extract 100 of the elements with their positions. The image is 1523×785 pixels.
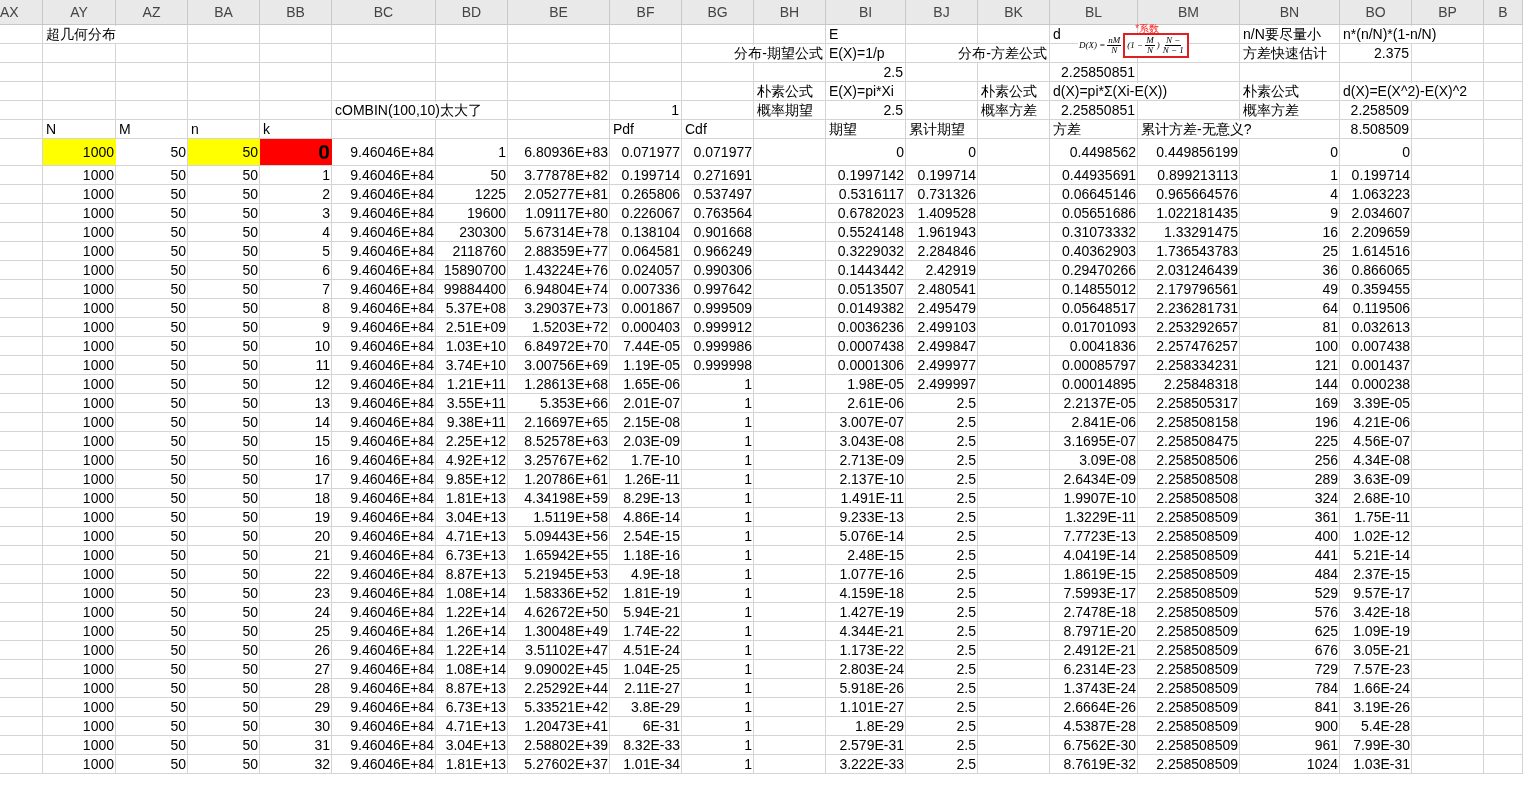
cell-value: 2.179796561 (1156, 280, 1238, 298)
cell-value: 2.5 (956, 489, 976, 507)
cell-value: 7.7723E-13 (1063, 527, 1136, 545)
column-header[interactable]: AX (0, 0, 43, 24)
cell-value: 1.7E-10 (630, 451, 680, 469)
column-header[interactable]: BC (332, 0, 436, 24)
sheet-label: n/N要尽量小 (1242, 25, 1322, 43)
cell-value: 14 (314, 413, 330, 431)
cell-value: 12 (314, 375, 330, 393)
column-header[interactable]: BF (610, 0, 682, 24)
cell-value: 2.258505317 (1156, 394, 1238, 412)
cell-value: 1000 (82, 204, 114, 222)
cell-value: 50 (170, 318, 186, 336)
cell-value: 1.8619E-15 (1063, 565, 1136, 583)
sheet-label: d(X)=E(X^2)-E(X)^2 (1342, 82, 1468, 100)
cell-value: 22 (314, 565, 330, 583)
cell-value: 0.40362903 (1062, 242, 1136, 260)
cell-value: 0.05648517 (1062, 299, 1136, 317)
cell-value: 1000 (82, 223, 114, 241)
cell-value: 9.57E-17 (1353, 584, 1410, 602)
cell-value: 50 (170, 470, 186, 488)
cell-value: 2.258508509 (1156, 622, 1238, 640)
cell-value: 1.173E-22 (839, 641, 904, 659)
column-header[interactable]: BG (682, 0, 754, 24)
column-header[interactable]: BJ (906, 0, 978, 24)
cell-value: 1.022181435 (1156, 204, 1238, 222)
column-header[interactable]: BL (1050, 0, 1138, 24)
cell-value: 841 (1314, 698, 1338, 716)
cell-value: 9.46046E+84 (350, 470, 434, 488)
cell-value: 5.94E-21 (623, 603, 680, 621)
cell-value: 1000 (82, 755, 114, 773)
cell-value: 9.46046E+84 (350, 508, 434, 526)
column-header[interactable]: BE (508, 0, 610, 24)
cell-value: 2.258508509 (1156, 527, 1238, 545)
cell-value: 9.46046E+84 (350, 280, 434, 298)
cell-value: 1000 (82, 185, 114, 203)
cell-value: 50 (242, 527, 258, 545)
cell-value: 7.57E-23 (1353, 660, 1410, 678)
cell-value: 0.5524148 (837, 223, 904, 241)
cell-value: 50 (170, 736, 186, 754)
column-header[interactable]: BN (1240, 0, 1340, 24)
cell-value: 2.258508508 (1156, 489, 1238, 507)
column-header[interactable]: BP (1412, 0, 1484, 24)
cell-value: 0.0041836 (1069, 337, 1136, 355)
cell-value: 2.16697E+65 (524, 413, 608, 431)
cell-value: 1.03E-31 (1353, 755, 1410, 773)
column-header[interactable]: AZ (116, 0, 188, 24)
cell-value: 2.5 (956, 451, 976, 469)
cell-value: 0.001437 (1351, 356, 1410, 374)
cell-value: 0.966249 (693, 242, 752, 260)
column-header[interactable]: BO (1340, 0, 1412, 24)
cell-value: 3.04E+13 (445, 508, 506, 526)
cell-value: 6E-31 (642, 717, 680, 735)
cell-value: 4.5387E-28 (1063, 717, 1136, 735)
cell-value: 900 (1314, 717, 1338, 735)
column-header[interactable]: AY (43, 0, 116, 24)
cell-value: 1.26E-11 (624, 470, 680, 488)
cell-value: 1 (744, 755, 752, 773)
cell-value: 50 (242, 698, 258, 716)
cell-value: 1.28613E+68 (524, 375, 608, 393)
cell-value: 2.499103 (917, 318, 976, 336)
cell-value: 50 (170, 698, 186, 716)
column-header[interactable]: BB (260, 0, 332, 24)
cell-value: 2.258508509 (1156, 603, 1238, 621)
cell-value: 1 (744, 413, 752, 431)
cell-value: 50 (242, 736, 258, 754)
column-header[interactable]: BI (826, 0, 906, 24)
column-header[interactable]: B (1484, 0, 1523, 24)
cell-value: 3.74E+10 (445, 356, 506, 374)
cell-value: 50 (242, 565, 258, 583)
cell-value: 0.00085797 (1062, 356, 1136, 374)
cell-value: 1 (744, 698, 752, 716)
cell-value: 2.284846 (917, 242, 976, 260)
cell-value: 1.736543783 (1156, 242, 1238, 260)
cell-value: 6.84972E+70 (524, 337, 608, 355)
cell-value: 1 (744, 375, 752, 393)
cell-value: 26 (314, 641, 330, 659)
cell-value: 50 (242, 375, 258, 393)
cell-value: 100 (1314, 337, 1338, 355)
column-header[interactable]: BA (188, 0, 260, 24)
cell-value: 6.73E+13 (445, 546, 506, 564)
cell-value: 5.918E-26 (839, 679, 904, 697)
cell-value: 50 (242, 394, 258, 412)
cell-value: 5.21945E+53 (524, 565, 608, 583)
column-header[interactable]: BK (978, 0, 1050, 24)
cell-value: 50 (242, 603, 258, 621)
cell-value: 0.0001306 (837, 356, 904, 374)
cell-value: 0.000403 (621, 318, 680, 336)
cell-value: 50 (170, 508, 186, 526)
column-header[interactable]: BD (436, 0, 508, 24)
cell-value: 0.007336 (621, 280, 680, 298)
cell-value: 1 (744, 622, 752, 640)
column-header[interactable]: BH (754, 0, 826, 24)
cell-value: 3.39E-05 (1353, 394, 1410, 412)
cell-value: 0 (896, 143, 904, 161)
cell-value: 1 (744, 489, 752, 507)
cell-value: 1000 (82, 375, 114, 393)
cell-value: 1.43224E+76 (524, 261, 608, 279)
cell-value: 2.5 (956, 622, 976, 640)
column-header[interactable]: BM (1138, 0, 1240, 24)
